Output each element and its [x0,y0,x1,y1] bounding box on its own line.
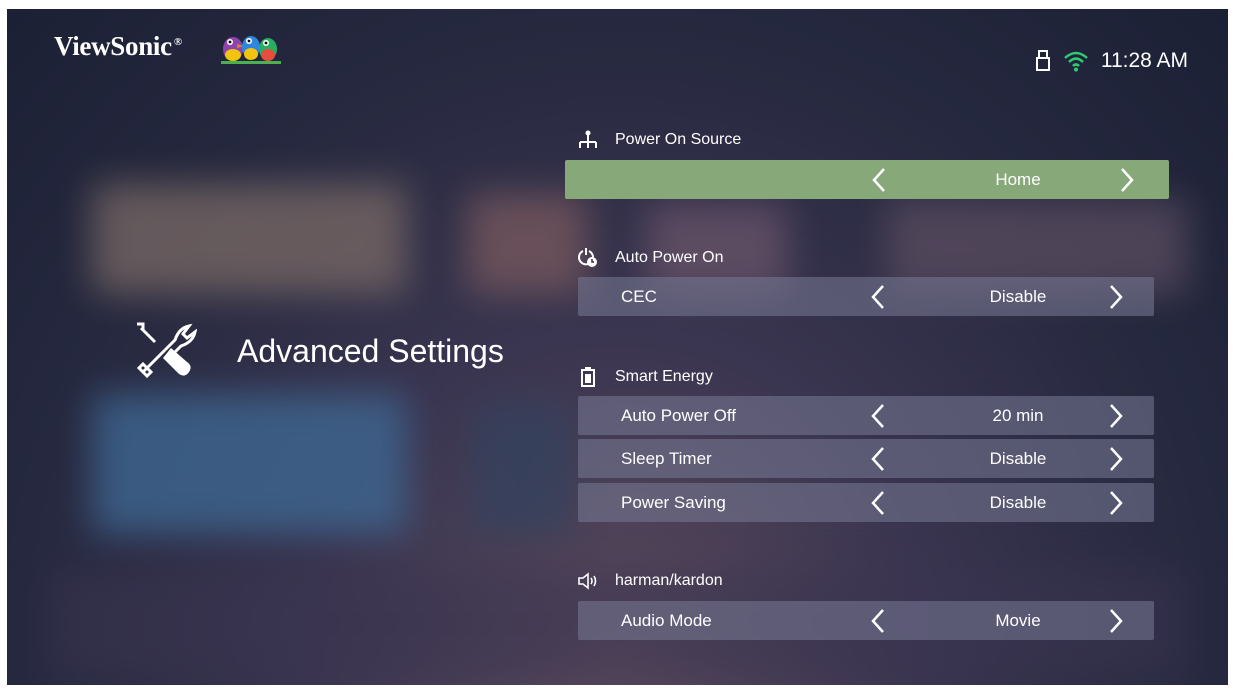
battery-icon [577,366,599,388]
chevron-right-icon[interactable] [1106,284,1126,310]
speaker-icon [577,570,599,592]
birds-logo-icon [221,36,281,64]
projector-screen: ViewSonic ® 11:28 AM Advanced Settings P… [7,9,1228,685]
chevron-left-icon[interactable] [868,446,888,472]
chevron-left-icon[interactable] [868,403,888,429]
chevron-right-icon[interactable] [1106,403,1126,429]
background-tile [472,404,572,534]
page-title: Advanced Settings [237,332,504,369]
brand-reg-mark: ® [173,36,182,48]
setting-value: Movie [995,611,1041,630]
setting-row-cec[interactable]: CEC Disable [578,277,1154,316]
background-tile [92,184,407,294]
section-heading-label: harman/kardon [615,572,723,589]
setting-label: Sleep Timer [621,449,712,468]
page-heading: Advanced Settings [135,322,504,380]
chevron-left-icon[interactable] [868,490,888,516]
setting-row-sleep-timer[interactable]: Sleep Timer Disable [578,439,1154,478]
chevron-right-icon[interactable] [1106,446,1126,472]
section-heading-label: Power On Source [615,131,742,148]
setting-label: Audio Mode [621,611,712,630]
setting-label: CEC [621,287,657,306]
setting-value: 20 min [992,406,1044,425]
wifi-icon [1063,50,1089,72]
setting-row-power-saving[interactable]: Power Saving Disable [578,483,1154,522]
chevron-left-icon[interactable] [869,167,889,193]
status-bar: 11:28 AM [1035,49,1188,73]
setting-label: Auto Power Off [621,406,736,425]
setting-value: Disable [989,493,1047,512]
section-heading-power-on-source: Power On Source [577,129,741,151]
tools-icon [136,322,197,379]
power-timer-icon [577,247,599,269]
background-tile [92,394,407,534]
setting-value: Disable [989,287,1047,306]
chevron-right-icon[interactable] [1106,490,1126,516]
setting-value: Disable [989,449,1047,468]
setting-row-audio-mode[interactable]: Audio Mode Movie [578,601,1154,640]
brand-name: ViewSonic [54,31,172,61]
setting-row-auto-power-off[interactable]: Auto Power Off 20 min [578,396,1154,435]
setting-value: Home [995,170,1041,189]
chevron-left-icon[interactable] [868,284,888,310]
clock-time: 11:28 AM [1100,49,1188,72]
section-heading-auto-power-on: Auto Power On [577,247,724,269]
background-tile [467,194,587,294]
chevron-right-icon[interactable] [1106,608,1126,634]
section-heading-label: Smart Energy [615,368,713,385]
network-source-icon [577,129,599,151]
setting-row-power-on-source[interactable]: Home [565,160,1169,199]
chevron-right-icon[interactable] [1117,167,1137,193]
section-heading-label: Auto Power On [615,249,724,266]
setting-label: Power Saving [621,493,726,512]
section-heading-harman-kardon: harman/kardon [577,570,723,592]
chevron-left-icon[interactable] [868,608,888,634]
usb-drive-icon [1035,50,1051,72]
section-heading-smart-energy: Smart Energy [577,366,713,388]
brand-logo: ViewSonic ® [54,31,182,62]
